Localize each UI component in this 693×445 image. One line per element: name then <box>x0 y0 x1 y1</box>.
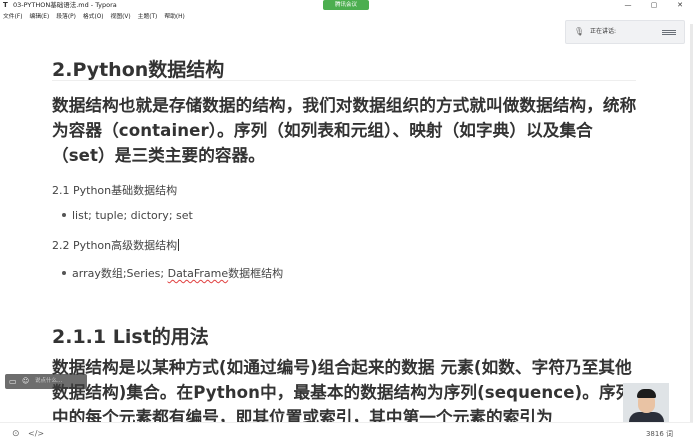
emoji-icon[interactable]: ☺ <box>22 374 29 389</box>
heading-python-data-structures: 2.Python数据结构 <box>52 59 225 81</box>
webcam-video <box>623 383 669 425</box>
status-bar: ⊙ </> 3816 词 <box>0 422 693 445</box>
editor-document[interactable]: 2.Python数据结构 数据结构也就是存储数据的结构，我们对数据组织的方式就叫… <box>0 0 693 445</box>
bullet-text: list; tuple; dictory; set <box>72 209 193 222</box>
screen-icon[interactable]: ▭ <box>9 374 17 389</box>
text-cursor <box>178 239 180 251</box>
spellcheck-flagged-word[interactable]: DataFrame <box>168 267 229 280</box>
source-code-icon[interactable]: </> <box>28 423 44 445</box>
bullet-text-pre: array数组;Series; <box>72 267 168 280</box>
heading-divider <box>52 80 636 81</box>
intro-paragraph: 数据结构也就是存储数据的结构，我们对数据组织的方式就叫做数据结构，统称为容器（c… <box>52 96 637 165</box>
comment-input-bar[interactable]: ▭ ☺ 说点什么... <box>5 374 87 389</box>
word-count[interactable]: 3816 词 <box>646 423 673 445</box>
subheading-basic-structures: 2.1 Python基础数据结构 <box>52 184 178 197</box>
bullet-dot <box>62 213 66 217</box>
subheading-advanced-structures: 2.2 Python高级数据结构 <box>52 239 180 252</box>
list-item: list; tuple; dictory; set <box>62 209 193 222</box>
bullet-dot <box>62 271 66 275</box>
bullet-text-post: 数据框结构 <box>228 267 284 280</box>
list-paragraph: 数据结构是以某种方式(如通过编号)组合起来的数据 元素(如数、字符乃至其他数据结… <box>52 358 633 427</box>
outline-toggle-icon[interactable]: ⊙ <box>12 423 20 445</box>
comment-placeholder: 说点什么... <box>35 378 63 384</box>
webcam-person-hair <box>637 389 656 398</box>
heading-list-usage: 2.1.1 List的用法 <box>52 326 209 348</box>
list-item: array数组;Series; DataFrame数据框结构 <box>62 265 283 281</box>
